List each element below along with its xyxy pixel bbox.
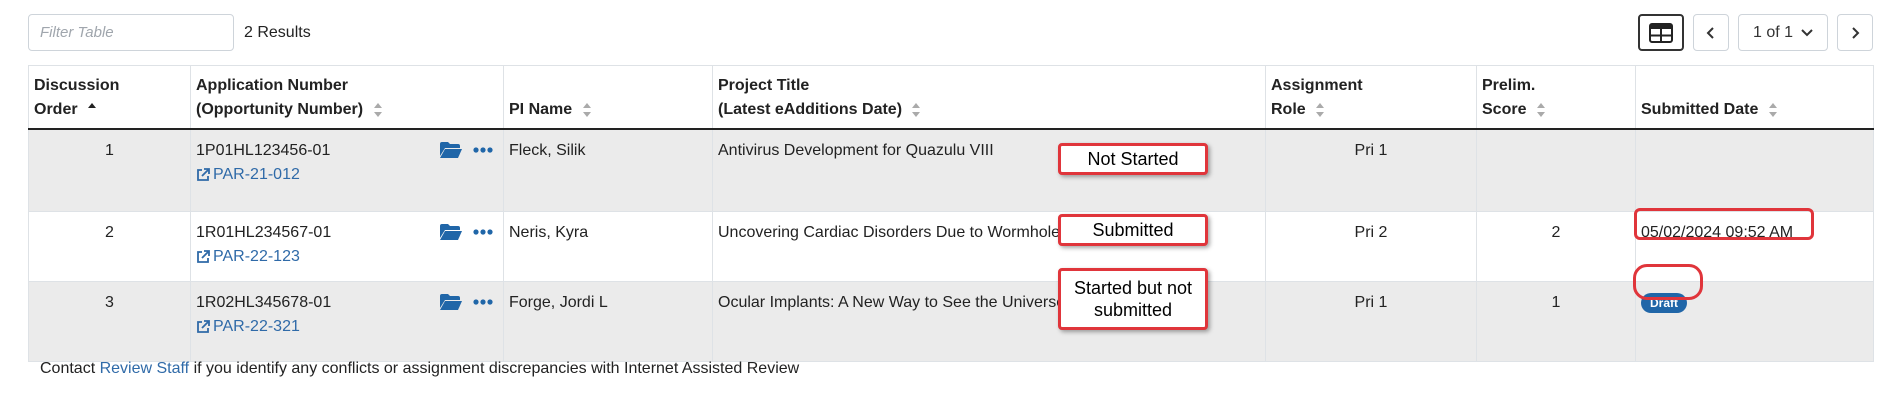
cell-assignment-role: Pri 2 — [1265, 211, 1477, 282]
opportunity-link[interactable]: PAR-21-012 — [196, 163, 300, 187]
row-actions — [439, 293, 493, 311]
table-row: 3 1R02HL345678-01 PAR-22-321 Forge, Jord… — [28, 281, 1874, 362]
more-options-icon[interactable] — [473, 298, 493, 305]
cell-application-number: 1P01HL123456-01 PAR-21-012 — [190, 129, 504, 212]
folder-open-icon[interactable] — [439, 141, 463, 159]
sort-icon[interactable] — [1768, 102, 1778, 117]
cell-pi-name: Neris, Kyra — [503, 211, 713, 282]
external-link-icon — [197, 319, 210, 333]
row-actions — [439, 141, 493, 159]
cell-discussion-order: 3 — [28, 281, 191, 362]
cell-pi-name: Forge, Jordi L — [503, 281, 713, 362]
sort-icon[interactable] — [373, 102, 383, 117]
external-link-icon — [197, 249, 210, 263]
column-header-line2: Submitted Date — [1641, 101, 1759, 118]
opportunity-link[interactable]: PAR-22-321 — [196, 315, 300, 339]
submitted-date-highlight — [1634, 208, 1814, 240]
folder-open-icon[interactable] — [439, 293, 463, 311]
table-row: 1 1P01HL123456-01 PAR-21-012 Fleck, Sili… — [28, 129, 1874, 212]
column-header-line2: Role — [1271, 101, 1306, 118]
column-header-line1: Project Title — [718, 77, 810, 94]
column-header-line1: Application Number — [196, 77, 349, 94]
column-header-line2: PI Name — [509, 101, 573, 118]
chevron-down-icon — [1801, 28, 1813, 36]
sort-icon[interactable] — [912, 102, 921, 117]
footer-suffix: if you identify any conflicts or assignm… — [193, 360, 800, 377]
column-header-line1: Assignment — [1271, 77, 1363, 94]
column-header-application-number[interactable]: Application Number (Opportunity Number) — [190, 65, 504, 130]
opportunity-number: PAR-22-123 — [213, 247, 300, 265]
column-header-line1: Prelim. — [1482, 77, 1536, 94]
filter-table-input[interactable] — [28, 14, 234, 51]
column-header-line2: Order — [34, 101, 78, 118]
previous-page-button[interactable] — [1693, 14, 1729, 51]
page-label: 1 of 1 — [1752, 23, 1794, 41]
sort-icon[interactable] — [1316, 102, 1325, 117]
column-header-line2: (Latest eAdditions Date) — [718, 101, 903, 118]
cell-prelim-score: 1 — [1476, 281, 1636, 362]
footer-prefix: Contact — [40, 360, 96, 377]
cell-pi-name: Fleck, Silik — [503, 129, 713, 212]
table-header-row: Discussion Order Application Number (Opp… — [28, 65, 1874, 130]
column-header-discussion-order[interactable]: Discussion Order — [28, 65, 191, 130]
chevron-left-icon — [1706, 26, 1714, 39]
callout-started-not-submitted: Started but not submitted — [1058, 268, 1208, 330]
more-options-icon[interactable] — [473, 147, 493, 153]
cell-assignment-role: Pri 1 — [1265, 281, 1477, 362]
callout-not-started: Not Started — [1058, 143, 1208, 175]
draft-badge-highlight — [1633, 264, 1703, 300]
column-header-pi-name[interactable]: PI Name — [503, 65, 713, 130]
column-header-submitted-date[interactable]: Submitted Date — [1635, 65, 1874, 130]
column-header-prelim-score[interactable]: Prelim. Score — [1476, 65, 1636, 130]
cell-assignment-role: Pri 1 — [1265, 129, 1477, 212]
footer-contact-text: Contact Review Staff if you identify any… — [40, 360, 799, 378]
pagination-controls: 1 of 1 — [1638, 14, 1873, 51]
results-count: 2 Results — [244, 24, 311, 41]
column-header-line1: Discussion — [34, 77, 120, 94]
table-view-toggle-button[interactable] — [1638, 14, 1684, 51]
cell-prelim-score — [1476, 129, 1636, 212]
table-view-icon — [1649, 22, 1673, 43]
column-header-project-title[interactable]: Project Title (Latest eAdditions Date) — [712, 65, 1266, 130]
assignments-table-container: Discussion Order Application Number (Opp… — [28, 65, 1874, 362]
opportunity-number: PAR-22-321 — [213, 317, 300, 335]
table-row: 2 1R01HL234567-01 PAR-22-123 Neris, Kyra… — [28, 211, 1874, 282]
cell-application-number: 1R01HL234567-01 PAR-22-123 — [190, 211, 504, 282]
external-link-icon — [197, 168, 210, 181]
column-header-line2: Score — [1482, 101, 1527, 118]
opportunity-number: PAR-21-012 — [213, 166, 300, 183]
next-page-button[interactable] — [1837, 14, 1873, 51]
callout-submitted: Submitted — [1058, 214, 1208, 246]
column-header-assignment-role[interactable]: Assignment Role — [1265, 65, 1477, 130]
row-actions — [439, 223, 493, 241]
cell-discussion-order: 2 — [28, 211, 191, 282]
opportunity-link[interactable]: PAR-22-123 — [196, 245, 300, 269]
chevron-right-icon — [1852, 26, 1860, 39]
sort-icon[interactable] — [1536, 102, 1546, 117]
cell-application-number: 1R02HL345678-01 PAR-22-321 — [190, 281, 504, 362]
review-staff-link[interactable]: Review Staff — [100, 360, 190, 377]
more-options-icon[interactable] — [473, 228, 493, 235]
column-header-line2: (Opportunity Number) — [196, 101, 364, 118]
folder-open-icon[interactable] — [439, 223, 463, 241]
cell-discussion-order: 1 — [28, 129, 191, 212]
sort-ascending-icon[interactable] — [88, 102, 97, 117]
sort-icon[interactable] — [582, 102, 592, 117]
cell-submitted-date — [1635, 129, 1874, 212]
assignments-table: Discussion Order Application Number (Opp… — [28, 65, 1874, 362]
page-select-dropdown[interactable]: 1 of 1 — [1738, 14, 1828, 51]
cell-prelim-score: 2 — [1476, 211, 1636, 282]
